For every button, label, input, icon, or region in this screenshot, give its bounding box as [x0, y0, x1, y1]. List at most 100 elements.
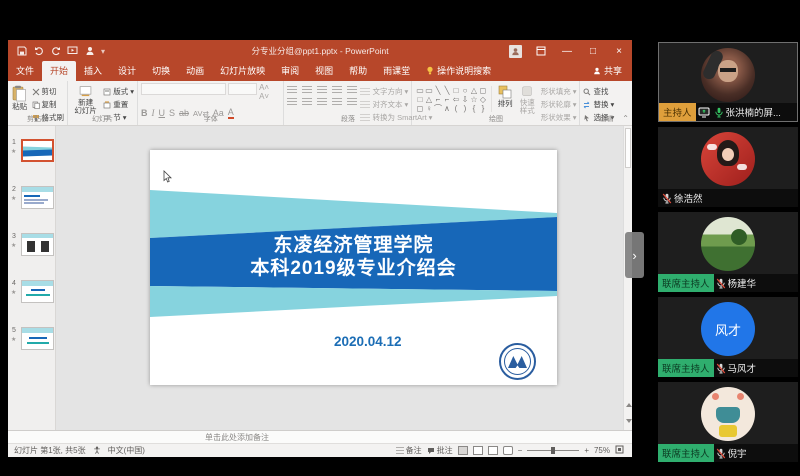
avatar	[701, 217, 755, 271]
shapes-gallery[interactable]: ▭▭╲╲□○△◻ □△⌐⌐⇦⇩☆◇ ◻♀⌒∧(){}	[415, 83, 487, 115]
redo-icon[interactable]	[50, 46, 61, 57]
fit-to-window-button[interactable]	[615, 445, 624, 456]
columns-button[interactable]	[347, 98, 357, 105]
layout-icon	[103, 88, 111, 96]
find-button[interactable]: 查找	[583, 86, 614, 97]
new-slide-button[interactable]: 新建幻灯片	[71, 83, 100, 115]
minimize-button[interactable]: —	[554, 40, 580, 62]
qat-overflow[interactable]: ▾	[101, 47, 107, 56]
participant-name: 杨建华	[728, 276, 759, 290]
comments-toggle[interactable]: 批注	[427, 445, 453, 456]
drawing-group: ▭▭╲╲□○△◻ □△⌐⌐⇦⇩☆◇ ◻♀⌒∧(){} 排列 快速样式 形状	[412, 81, 580, 125]
quick-styles-icon	[520, 85, 534, 98]
copy-button[interactable]: 复制	[32, 99, 65, 110]
ribbon: 粘贴 剪切 复制 格式刷 剪贴板 新建幻灯片 版式 ▾	[8, 81, 632, 126]
tab-file[interactable]: 文件	[8, 61, 42, 81]
ppt-main-area: 1★ 2★ 3★ 4★	[8, 126, 632, 430]
zoom-out-button[interactable]: −	[518, 446, 523, 455]
zoom-slider[interactable]	[527, 450, 579, 451]
zoom-in-button[interactable]: +	[584, 446, 589, 455]
ribbon-display-options-button[interactable]	[528, 40, 554, 62]
undo-icon[interactable]	[33, 46, 44, 57]
slide-date: 2020.04.12	[150, 334, 557, 349]
quick-styles-button[interactable]: 快速样式	[517, 83, 538, 115]
slide-thumbnail-panel: 1★ 2★ 3★ 4★	[8, 126, 56, 430]
cut-button[interactable]: 剪切	[32, 86, 65, 97]
slide-editor[interactable]: 东凌经济管理学院 本科2019级专业介绍会 2020.04.12	[150, 150, 557, 385]
participant-tile[interactable]: 主持人 张洪楠的屏...	[658, 42, 798, 122]
slide-sorter-view-button[interactable]	[473, 446, 483, 455]
paste-icon	[12, 85, 27, 102]
grow-shrink-font[interactable]: A˄ A˅	[259, 83, 280, 101]
tab-help[interactable]: 帮助	[341, 61, 375, 81]
shape-outline-button[interactable]: 形状轮廓 ▾	[541, 99, 577, 110]
close-button[interactable]: ×	[606, 40, 632, 62]
tab-animations[interactable]: 动画	[178, 61, 212, 81]
maximize-button[interactable]: □	[580, 40, 606, 62]
previous-slide-button[interactable]	[624, 398, 632, 411]
participant-name: 张洪楠的屏...	[726, 105, 783, 119]
align-right-button[interactable]	[317, 98, 327, 105]
bullets-button[interactable]	[287, 86, 297, 93]
participant-namebar: 联席主持人 倪宇	[658, 444, 798, 462]
tab-design[interactable]: 设计	[110, 61, 144, 81]
collapse-ribbon-icon[interactable]: ⌃	[622, 114, 629, 123]
font-name-combobox[interactable]	[141, 83, 226, 95]
participant-tile[interactable]: 联席主持人 杨建华	[658, 212, 798, 292]
tab-insert[interactable]: 插入	[76, 61, 110, 81]
arrange-button[interactable]: 排列	[496, 83, 514, 115]
increase-indent-button[interactable]	[332, 86, 342, 93]
status-bar: 幻灯片 第1张, 共5张 中文(中国) 备注 批注 − + 75%	[8, 443, 632, 457]
participant-namebar: 主持人 张洪楠的屏...	[659, 103, 797, 121]
share-button[interactable]: 共享	[585, 61, 632, 81]
shape-fill-button[interactable]: 形状填充 ▾	[541, 86, 577, 97]
reading-view-button[interactable]	[488, 446, 498, 455]
zoom-level[interactable]: 75%	[594, 446, 610, 455]
slides-group: 新建幻灯片 版式 ▾ 重置 节 ▾ 幻灯片	[68, 81, 138, 125]
animation-star-icon: ★	[11, 242, 16, 249]
host-badge: 主持人	[659, 103, 696, 121]
mic-muted-icon	[716, 363, 726, 374]
paste-button[interactable]: 粘贴	[11, 83, 29, 115]
participant-tile[interactable]: 风才 联席主持人 马风才	[658, 297, 798, 377]
accessibility-icon[interactable]	[93, 446, 101, 456]
language-indicator[interactable]: 中文(中国)	[108, 445, 145, 456]
account-avatar[interactable]	[502, 40, 528, 62]
line-spacing-button[interactable]	[347, 86, 357, 93]
justify-button[interactable]	[332, 98, 342, 105]
center-button[interactable]	[302, 98, 312, 105]
mic-on-icon	[714, 107, 724, 118]
presenter-icon[interactable]	[84, 46, 95, 57]
tab-home[interactable]: 开始	[42, 61, 76, 81]
align-left-button[interactable]	[287, 98, 297, 105]
participant-tile[interactable]: 徐浩然	[658, 127, 798, 207]
notes-toggle[interactable]: 备注	[396, 445, 422, 456]
reset-button[interactable]: 重置	[103, 99, 134, 110]
tell-me-search[interactable]: 操作说明搜索	[418, 61, 499, 81]
slide-canvas: 东凌经济管理学院 本科2019级专业介绍会 2020.04.12	[56, 126, 623, 430]
replace-icon	[583, 101, 591, 109]
quick-access-toolbar: ▾	[8, 46, 107, 57]
decrease-indent-button[interactable]	[317, 86, 327, 93]
tab-slideshow[interactable]: 幻灯片放映	[212, 61, 273, 81]
tab-transitions[interactable]: 切换	[144, 61, 178, 81]
replace-button[interactable]: 替换 ▾	[583, 99, 614, 110]
next-slide-button[interactable]	[624, 414, 632, 427]
cohost-badge: 联席主持人	[658, 359, 714, 377]
start-slideshow-icon[interactable]	[67, 46, 78, 57]
notes-pane[interactable]: 单击此处添加备注	[8, 430, 632, 443]
participant-tile[interactable]: 联席主持人 倪宇	[658, 382, 798, 462]
numbering-button[interactable]	[302, 86, 312, 93]
font-size-combobox[interactable]	[228, 83, 258, 95]
normal-view-button[interactable]	[458, 446, 468, 455]
tab-rain-classroom[interactable]: 雨课堂	[375, 61, 418, 81]
save-icon[interactable]	[16, 46, 27, 57]
tab-view[interactable]: 视图	[307, 61, 341, 81]
sidebar-collapse-button[interactable]: ›	[625, 232, 644, 278]
layout-button[interactable]: 版式 ▾	[103, 86, 134, 97]
tab-review[interactable]: 审阅	[273, 61, 307, 81]
slideshow-view-button[interactable]	[503, 446, 513, 455]
vertical-scrollbar[interactable]	[623, 126, 632, 430]
scrollbar-thumb[interactable]	[625, 128, 631, 168]
screen-share-icon	[698, 107, 710, 118]
